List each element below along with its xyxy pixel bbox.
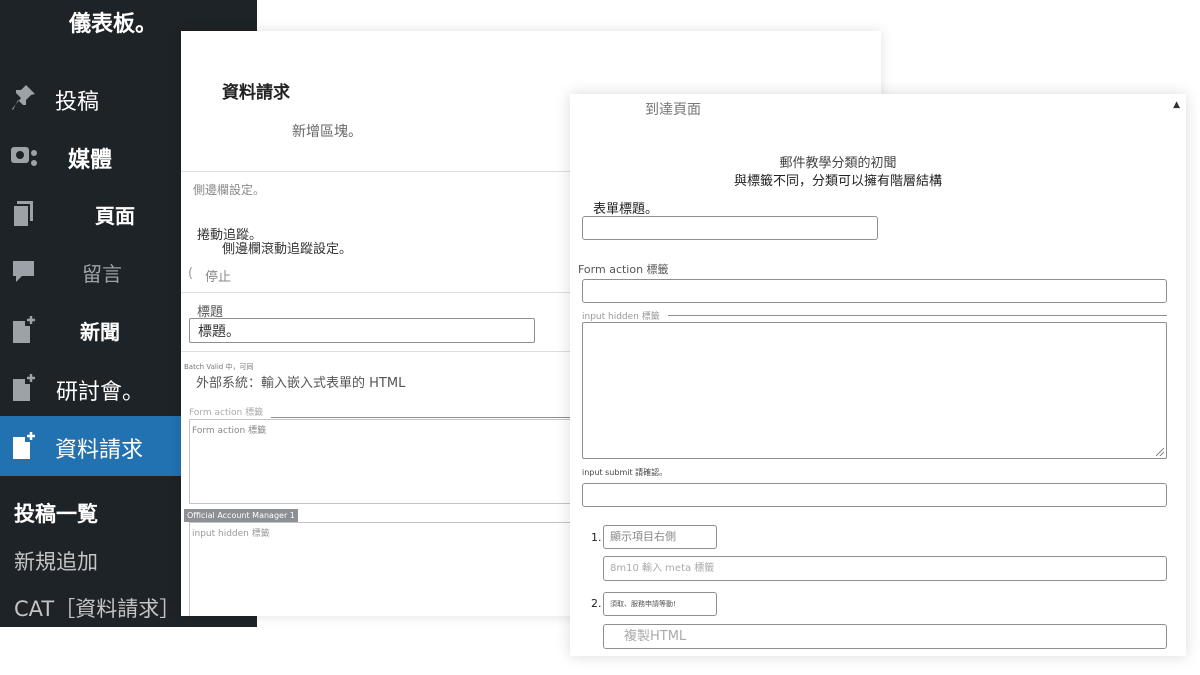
sidebar-item-posts[interactable]: 投稿 xyxy=(0,70,181,126)
sidebar-item-pages[interactable]: 頁面 xyxy=(0,186,181,242)
resize-handle-icon[interactable] xyxy=(1156,448,1164,456)
hidden-input-textarea[interactable] xyxy=(582,322,1167,459)
item-1-field-a[interactable]: 顯示項目右側 xyxy=(603,525,717,549)
item-2-field-b[interactable]: 複製HTML xyxy=(603,624,1167,649)
media-icon xyxy=(11,147,37,166)
sidebar-item-label: 研討會。 xyxy=(56,380,145,405)
pages-icon xyxy=(12,201,33,228)
sidebar-dashboard-label[interactable]: 儀表板。 xyxy=(69,6,157,38)
form-action-input[interactable] xyxy=(582,279,1167,303)
item-1-field-b[interactable]: 8m10 輸入 meta 標籤 xyxy=(603,556,1167,581)
divider xyxy=(668,315,1167,316)
form-title-input[interactable] xyxy=(582,216,878,240)
toggle-icon[interactable]: ( xyxy=(188,266,193,281)
sidebar-item-news[interactable]: 新聞 xyxy=(0,302,181,358)
form-action-placeholder: Form action 標籤 xyxy=(192,426,267,436)
post-add-icon xyxy=(13,432,35,459)
sidebar-item-label: 投稿 xyxy=(55,90,100,115)
batch-note: Batch Valid 中，可同 xyxy=(184,363,254,371)
post-add-icon xyxy=(13,374,35,401)
sidebar-item-label: 資料請求 xyxy=(55,438,144,463)
account-tag: Official Account Manager 1 xyxy=(184,509,298,522)
sidebar-item-seminar[interactable]: 研討會。 xyxy=(0,360,181,416)
external-html-label: 外部系統：輸入嵌入式表單的 HTML xyxy=(196,376,406,391)
panel-header[interactable]: 到達頁面 xyxy=(645,99,701,119)
form-title-label: 表單標題。 xyxy=(593,202,659,217)
collapse-caret-icon[interactable]: ▲ xyxy=(1173,100,1180,110)
caption-desc: 與標籤不同，分類可以擁有階層結構 xyxy=(733,174,942,189)
sidebar-item-label: 媒體 xyxy=(68,148,113,173)
post-add-icon xyxy=(13,316,35,343)
add-block-button[interactable]: 新增區塊。 xyxy=(292,121,362,141)
submenu-category[interactable]: CAT［資料請求］ xyxy=(14,593,180,623)
sidebar-item-data-request[interactable]: 資料請求 xyxy=(0,416,181,476)
sidebar-item-label: 頁面 xyxy=(95,204,135,228)
sidebar-item-media[interactable]: 媒體 xyxy=(0,128,181,184)
heading-input[interactable]: 標題。 xyxy=(189,318,535,343)
item-number: 2. xyxy=(591,597,602,610)
pin-icon xyxy=(12,85,35,110)
page-title: 資料請求 xyxy=(222,83,290,103)
form-action-label: Form action 標籤 xyxy=(578,263,669,276)
submenu-all-posts[interactable]: 投稿一覧 xyxy=(14,498,98,528)
hidden-label: input hidden 標籤 xyxy=(582,312,660,322)
hidden-placeholder: input hidden 標籤 xyxy=(192,529,270,539)
landing-page-panel: 到達頁面 ▲ 郵件教學分類的初聞 與標籤不同，分類可以擁有階層結構 表單標題。 … xyxy=(570,94,1186,656)
sidebar-item-label: 留言 xyxy=(82,262,122,286)
form-action-label: Form action 標籤 xyxy=(189,408,264,418)
scroll-tracking-desc: 側邊欄滾動追蹤設定。 xyxy=(222,242,353,257)
submit-label: input submit 請確認。 xyxy=(582,468,668,477)
sidebar-item-label: 新聞 xyxy=(80,320,120,344)
item-number: 1. xyxy=(591,531,602,544)
comment-icon xyxy=(13,261,34,282)
caption-title: 郵件教學分類的初聞 xyxy=(779,156,897,171)
panel-notch xyxy=(221,31,261,35)
submenu-add-new[interactable]: 新規追加 xyxy=(14,546,98,576)
submit-input[interactable] xyxy=(582,483,1167,507)
sidebar-item-comments[interactable]: 留言 xyxy=(0,244,181,300)
item-2-field-a[interactable]: 須取、服務申請等動! xyxy=(603,592,717,616)
sidebar-settings-label: 側邊欄設定。 xyxy=(193,183,266,197)
stop-toggle-label[interactable]: 停止 xyxy=(205,266,231,285)
